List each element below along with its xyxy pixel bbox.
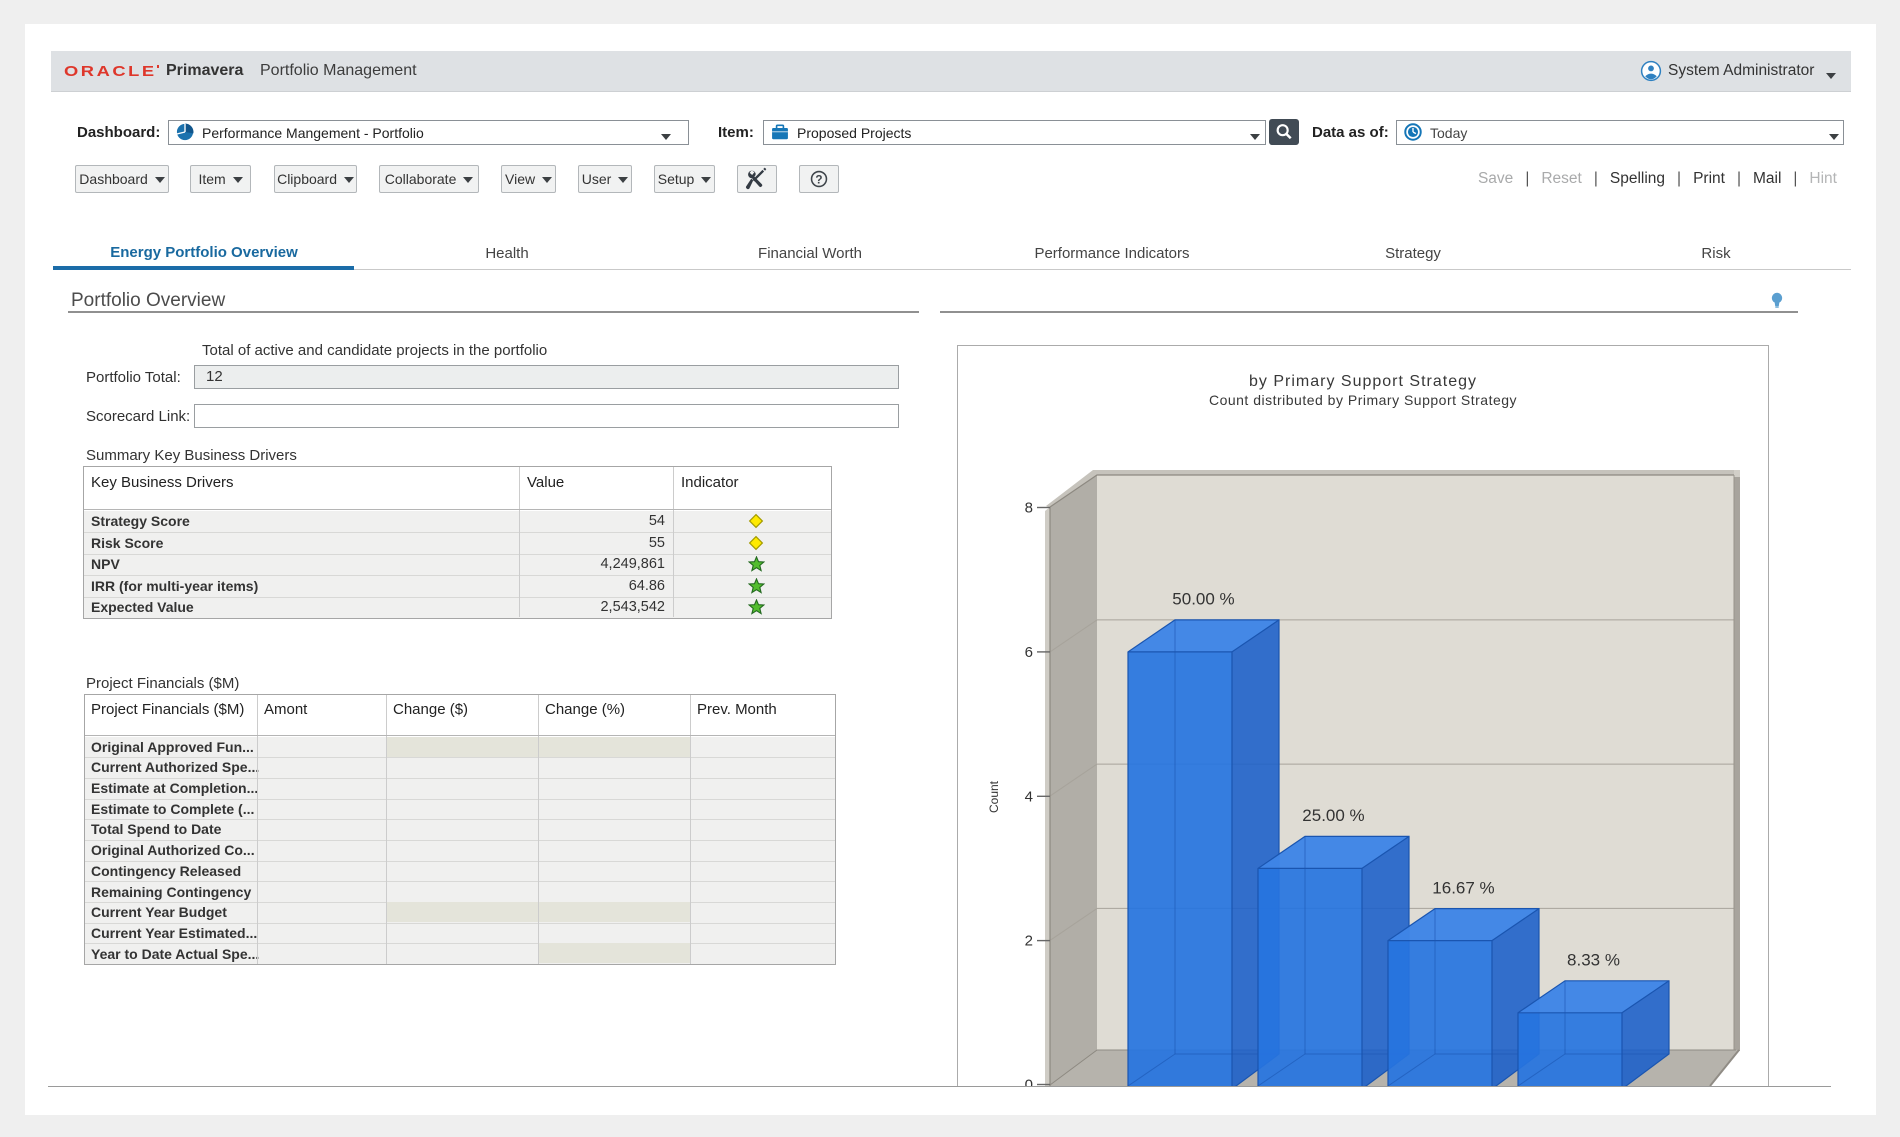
svg-text:8: 8 <box>1025 500 1033 517</box>
svg-text:Count distributed by Primary S: Count distributed by Primary Support Str… <box>1209 392 1517 408</box>
svg-text:16.67 %: 16.67 % <box>1432 879 1494 898</box>
svg-text:Count: Count <box>987 780 1001 813</box>
svg-text:6: 6 <box>1025 644 1033 661</box>
svg-text:4: 4 <box>1025 788 1033 805</box>
svg-text:50.00 %: 50.00 % <box>1172 590 1234 609</box>
svg-text:8.33 %: 8.33 % <box>1567 951 1620 970</box>
svg-text:25.00 %: 25.00 % <box>1302 806 1364 825</box>
svg-text:?: ? <box>815 174 822 187</box>
svg-text:2: 2 <box>1025 933 1033 950</box>
svg-text:0: 0 <box>1025 1077 1033 1087</box>
svg-text:by Primary Support Strategy: by Primary Support Strategy <box>1249 373 1477 390</box>
